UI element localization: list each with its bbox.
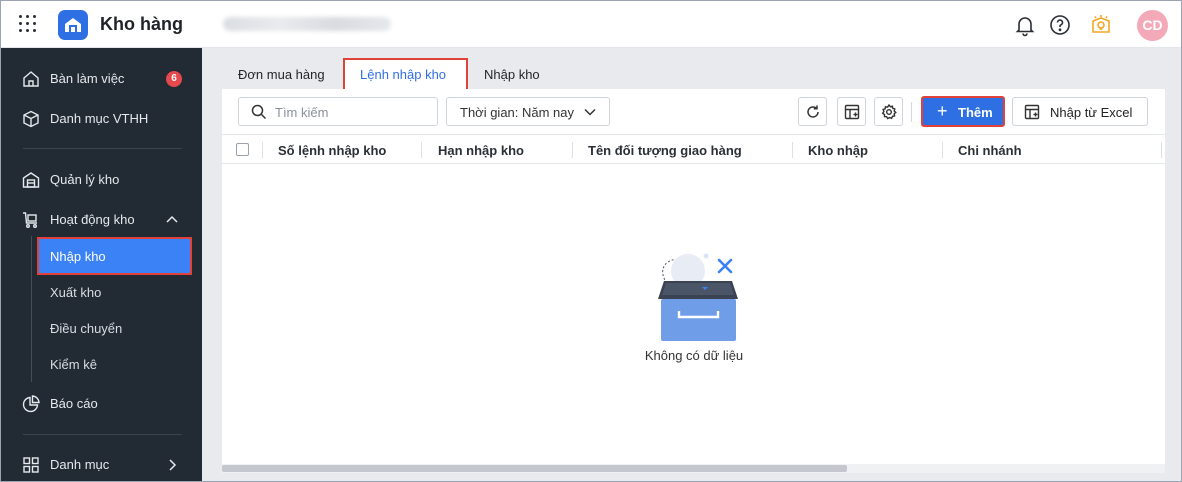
tab-label: Lệnh nhập kho — [360, 67, 447, 82]
chevron-right-icon — [166, 459, 178, 471]
import-excel-button[interactable]: Nhập từ Excel — [1012, 97, 1148, 126]
sidebar-divider — [23, 434, 182, 435]
sidebar-subitem-xuat-kho[interactable]: Xuất kho — [38, 274, 191, 310]
app-window: Kho hàng CD Bàn làm việc 6 Danh mục VTHH… — [0, 0, 1182, 482]
column-header[interactable]: Chi nhánh — [958, 143, 1022, 158]
sidebar-subitem-label: Kiểm kê — [50, 357, 97, 372]
help-icon[interactable] — [1048, 13, 1072, 37]
column-header[interactable]: Tên đối tượng giao hàng — [588, 143, 742, 158]
avatar[interactable]: CD — [1137, 10, 1168, 41]
sidebar-subitem-label: Nhập kho — [50, 249, 106, 264]
import-excel-label: Nhập từ Excel — [1050, 105, 1133, 120]
add-button[interactable]: + Thêm — [921, 96, 1005, 127]
warehouse-icon — [22, 171, 40, 189]
chevron-down-icon — [584, 108, 596, 116]
time-filter-dropdown[interactable]: Thời gian: Năm nay — [446, 97, 610, 126]
box-icon — [22, 110, 40, 128]
cart-icon — [22, 211, 40, 229]
column-separator — [1161, 142, 1162, 158]
sidebar-item-label: Danh mục — [50, 457, 110, 472]
tab-don-mua-hang[interactable]: Đơn mua hàng — [224, 58, 334, 90]
settings-button[interactable] — [874, 97, 903, 126]
refresh-icon — [807, 105, 819, 118]
toolbar-divider — [911, 102, 912, 122]
sidebar-subitem-dieu-chuyen[interactable]: Điều chuyển — [38, 310, 191, 346]
empty-state-illustration — [633, 247, 753, 347]
notification-badge: 6 — [166, 71, 182, 87]
warehouse-logo-icon — [58, 10, 88, 40]
bell-icon[interactable] — [1013, 13, 1037, 37]
sidebar-item-ban-lam-viec[interactable]: Bàn làm việc 6 — [1, 61, 202, 97]
sidebar-subitem-nhap-kho[interactable]: Nhập kho — [37, 237, 192, 275]
search-placeholder: Tìm kiếm — [275, 105, 329, 120]
chevron-up-icon — [166, 214, 178, 226]
column-separator — [262, 142, 263, 158]
top-bar: Kho hàng CD — [1, 1, 1181, 48]
tab-nhap-kho[interactable]: Nhập kho — [472, 58, 552, 90]
sidebar-item-label: Báo cáo — [50, 396, 98, 411]
sidebar-item-label: Danh mục VTHH — [50, 111, 149, 126]
content-panel: Tìm kiếm Thời gian: Năm nay + Thêm Nhập … — [222, 89, 1165, 473]
search-input[interactable]: Tìm kiếm — [238, 97, 438, 126]
column-header[interactable]: Số lệnh nhập kho — [278, 143, 386, 158]
refresh-button[interactable] — [798, 97, 827, 126]
column-separator — [421, 142, 422, 158]
sidebar-item-hoat-dong-kho[interactable]: Hoạt động kho — [1, 202, 202, 238]
app-title: Kho hàng — [100, 14, 183, 34]
horizontal-scrollbar[interactable] — [222, 464, 1165, 473]
column-config-button[interactable] — [837, 97, 866, 126]
table-columns-icon — [844, 104, 860, 120]
select-all-checkbox[interactable] — [236, 143, 249, 156]
pie-chart-icon — [22, 395, 40, 413]
sidebar-item-label: Quản lý kho — [50, 172, 120, 187]
sidebar-item-bao-cao[interactable]: Báo cáo — [1, 386, 202, 422]
sidebar-subitem-label: Điều chuyển — [50, 321, 123, 336]
excel-import-icon — [1024, 104, 1040, 120]
grid-icon — [22, 456, 40, 474]
company-name-blurred — [223, 17, 391, 31]
tab-label: Đơn mua hàng — [238, 67, 325, 82]
empty-state-text: Không có dữ liệu — [644, 348, 744, 363]
sidebar: Bàn làm việc 6 Danh mục VTHH Quản lý kho… — [1, 48, 202, 481]
gear-icon — [881, 104, 897, 120]
time-filter-label: Thời gian: Năm nay — [460, 105, 575, 120]
column-separator — [572, 142, 573, 158]
column-separator — [942, 142, 943, 158]
column-header[interactable]: Hạn nhập kho — [438, 143, 524, 158]
table-header: Số lệnh nhập kho Hạn nhập kho Tên đối tư… — [222, 134, 1165, 164]
sidebar-item-danh-muc-vthh[interactable]: Danh mục VTHH — [1, 101, 202, 137]
home-icon — [22, 70, 40, 88]
plus-icon: + — [937, 101, 948, 121]
sidebar-item-label: Bàn làm việc — [50, 71, 125, 86]
search-icon — [251, 104, 267, 120]
column-separator — [792, 142, 793, 158]
main-content: Đơn mua hàng Lệnh nhập kho Nhập kho Tìm … — [202, 48, 1181, 481]
sidebar-item-danh-muc[interactable]: Danh mục — [1, 447, 202, 481]
sidebar-divider — [23, 148, 182, 149]
sidebar-subitem-label: Xuất kho — [50, 285, 102, 300]
column-header[interactable]: Kho nhập — [808, 143, 868, 158]
sidebar-item-label: Hoạt động kho — [50, 212, 135, 227]
tab-label: Nhập kho — [484, 67, 540, 82]
scrollbar-thumb[interactable] — [222, 465, 847, 472]
tab-lenh-nhap-kho[interactable]: Lệnh nhập kho — [343, 58, 468, 90]
sidebar-subitem-kiem-ke[interactable]: Kiểm kê — [38, 346, 191, 382]
sidebar-item-quan-ly-kho[interactable]: Quản lý kho — [1, 162, 202, 198]
add-button-label: Thêm — [958, 105, 993, 120]
lightbulb-icon[interactable] — [1089, 13, 1113, 37]
apps-grid-icon[interactable] — [19, 15, 39, 35]
submenu-tree-line — [31, 236, 32, 382]
